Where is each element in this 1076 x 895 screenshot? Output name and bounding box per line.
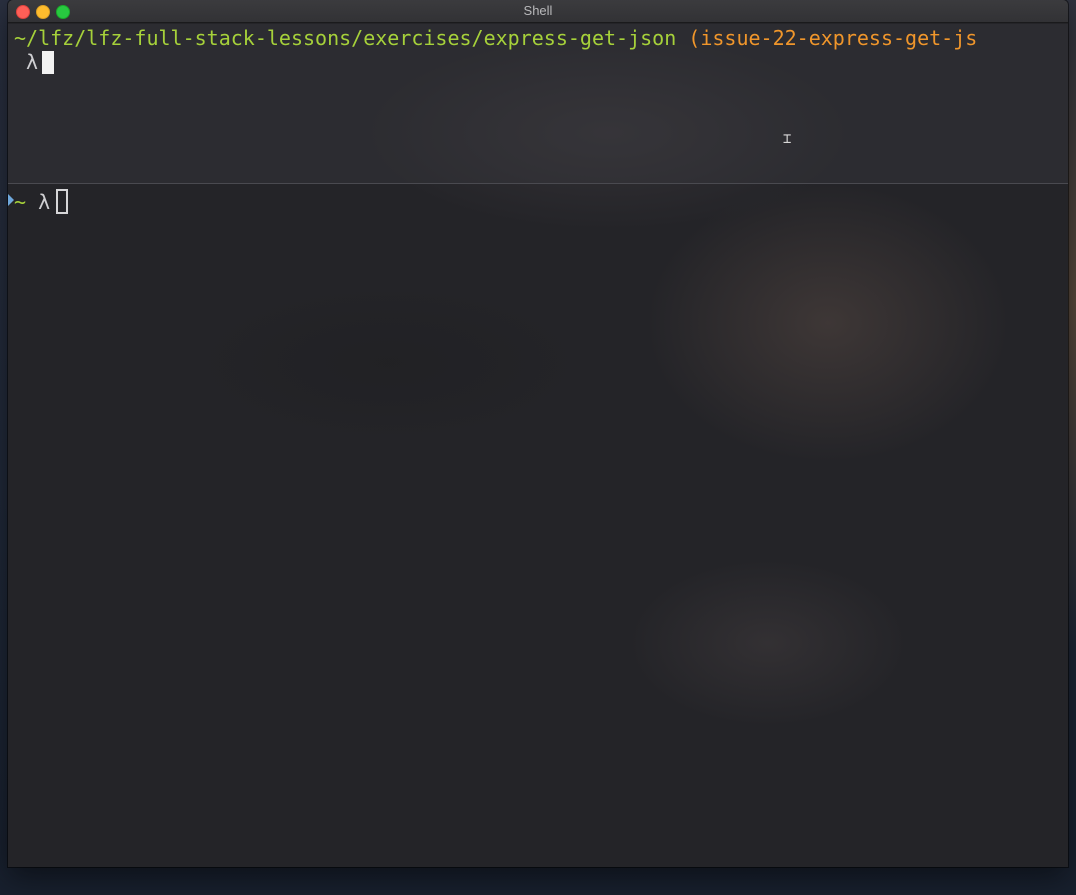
git-branch: (issue-22-express-get-js [676, 26, 978, 50]
text-cursor-inactive [56, 189, 69, 214]
prompt-lambda-bottom: λ [26, 190, 51, 214]
prompt-lambda: λ [14, 50, 39, 74]
prompt-input-line[interactable]: λ [14, 50, 55, 75]
terminal-pane-top[interactable]: ~/lfz/lfz-full-stack-lessons/exercises/e… [8, 24, 1068, 183]
ibeam-cursor-icon: ⌶ [783, 131, 792, 147]
terminal-window[interactable]: Shell ~/lfz/lfz-full-stack-lessons/exerc… [8, 0, 1068, 867]
window-title: Shell [523, 3, 553, 18]
text-cursor [42, 51, 55, 74]
home-tilde: ~ [14, 190, 27, 214]
title-bar[interactable]: Shell [8, 0, 1068, 23]
cwd-path: ~/lfz/lfz-full-stack-lessons/exercises/e… [14, 26, 677, 50]
terminal-pane-bottom[interactable]: ~ λ [8, 184, 1068, 867]
prompt-path-line: ~/lfz/lfz-full-stack-lessons/exercises/e… [14, 26, 977, 51]
prompt-input-line-bottom[interactable]: ~ λ [14, 189, 69, 215]
